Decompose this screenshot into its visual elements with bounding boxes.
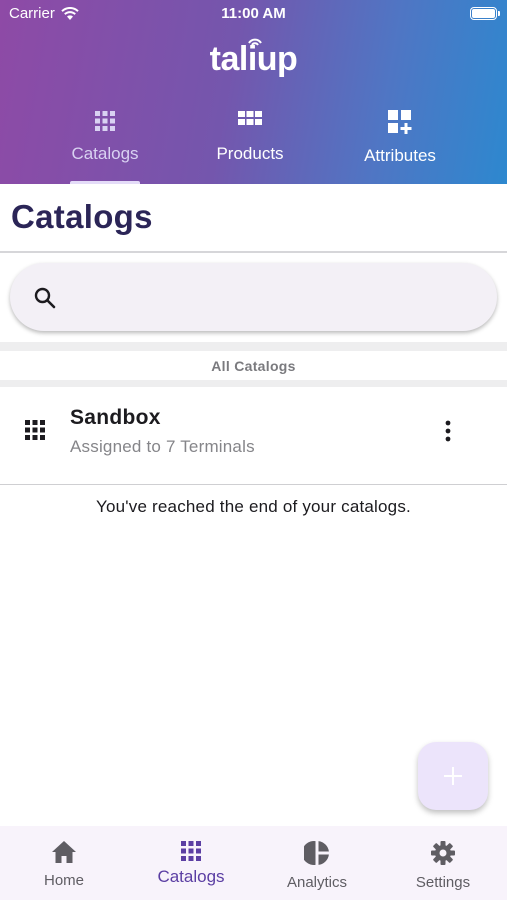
status-bar: Carrier 11:00 AM [0, 0, 507, 28]
products-grid-icon [238, 111, 262, 125]
status-time: 11:00 AM [221, 5, 286, 22]
home-icon [52, 841, 76, 863]
nav-label: Home [43, 872, 84, 889]
search-bar[interactable] [10, 263, 497, 331]
more-vert-icon[interactable] [438, 418, 458, 446]
tab-label: Attributes [364, 146, 436, 165]
bottom-nav: Home Catalogs Analytics Settings [0, 826, 507, 900]
catalog-list-item[interactable]: Sandbox Assigned to 7 Terminals [0, 388, 507, 484]
section-header: All Catalogs [0, 342, 507, 388]
gear-icon [431, 841, 455, 865]
top-tab-bar: Catalogs Products Attributes [0, 104, 507, 184]
tab-products[interactable]: Products [180, 104, 320, 184]
section-separator [0, 342, 507, 351]
nav-label: Catalogs [157, 867, 225, 886]
catalog-grid-icon [25, 420, 45, 440]
search-icon [34, 287, 56, 309]
nav-analytics[interactable]: Analytics [257, 826, 377, 900]
catalog-subtitle: Assigned to 7 Terminals [70, 437, 255, 456]
app-logo: taliup [209, 40, 298, 78]
divider [0, 251, 507, 253]
catalog-grid-icon [95, 111, 115, 131]
active-tab-indicator [70, 181, 140, 184]
nav-catalogs[interactable]: Catalogs [131, 826, 251, 900]
divider [0, 484, 507, 485]
nav-home[interactable]: Home [4, 826, 124, 900]
nav-label: Settings [415, 874, 471, 891]
pie-chart-icon [304, 841, 329, 865]
battery-icon [470, 7, 500, 20]
list-end-message: You've reached the end of your catalogs. [96, 497, 411, 516]
catalog-name: Sandbox [70, 406, 161, 429]
attributes-add-icon [388, 110, 412, 134]
tab-attributes[interactable]: Attributes [330, 104, 470, 184]
tab-catalogs[interactable]: Catalogs [35, 104, 175, 184]
app-header: Carrier 11:00 AM taliup Catalogs Product… [0, 0, 507, 184]
section-separator [0, 380, 507, 387]
add-catalog-button[interactable] [418, 742, 488, 810]
plus-icon [444, 767, 462, 785]
page-title: Catalogs [11, 198, 153, 235]
catalog-grid-icon [181, 841, 201, 861]
tab-label: Products [216, 144, 284, 163]
search-input[interactable] [74, 277, 474, 317]
nav-label: Analytics [286, 874, 348, 891]
tab-label: Catalogs [71, 144, 139, 163]
nav-settings[interactable]: Settings [383, 826, 503, 900]
section-label: All Catalogs [211, 358, 296, 374]
